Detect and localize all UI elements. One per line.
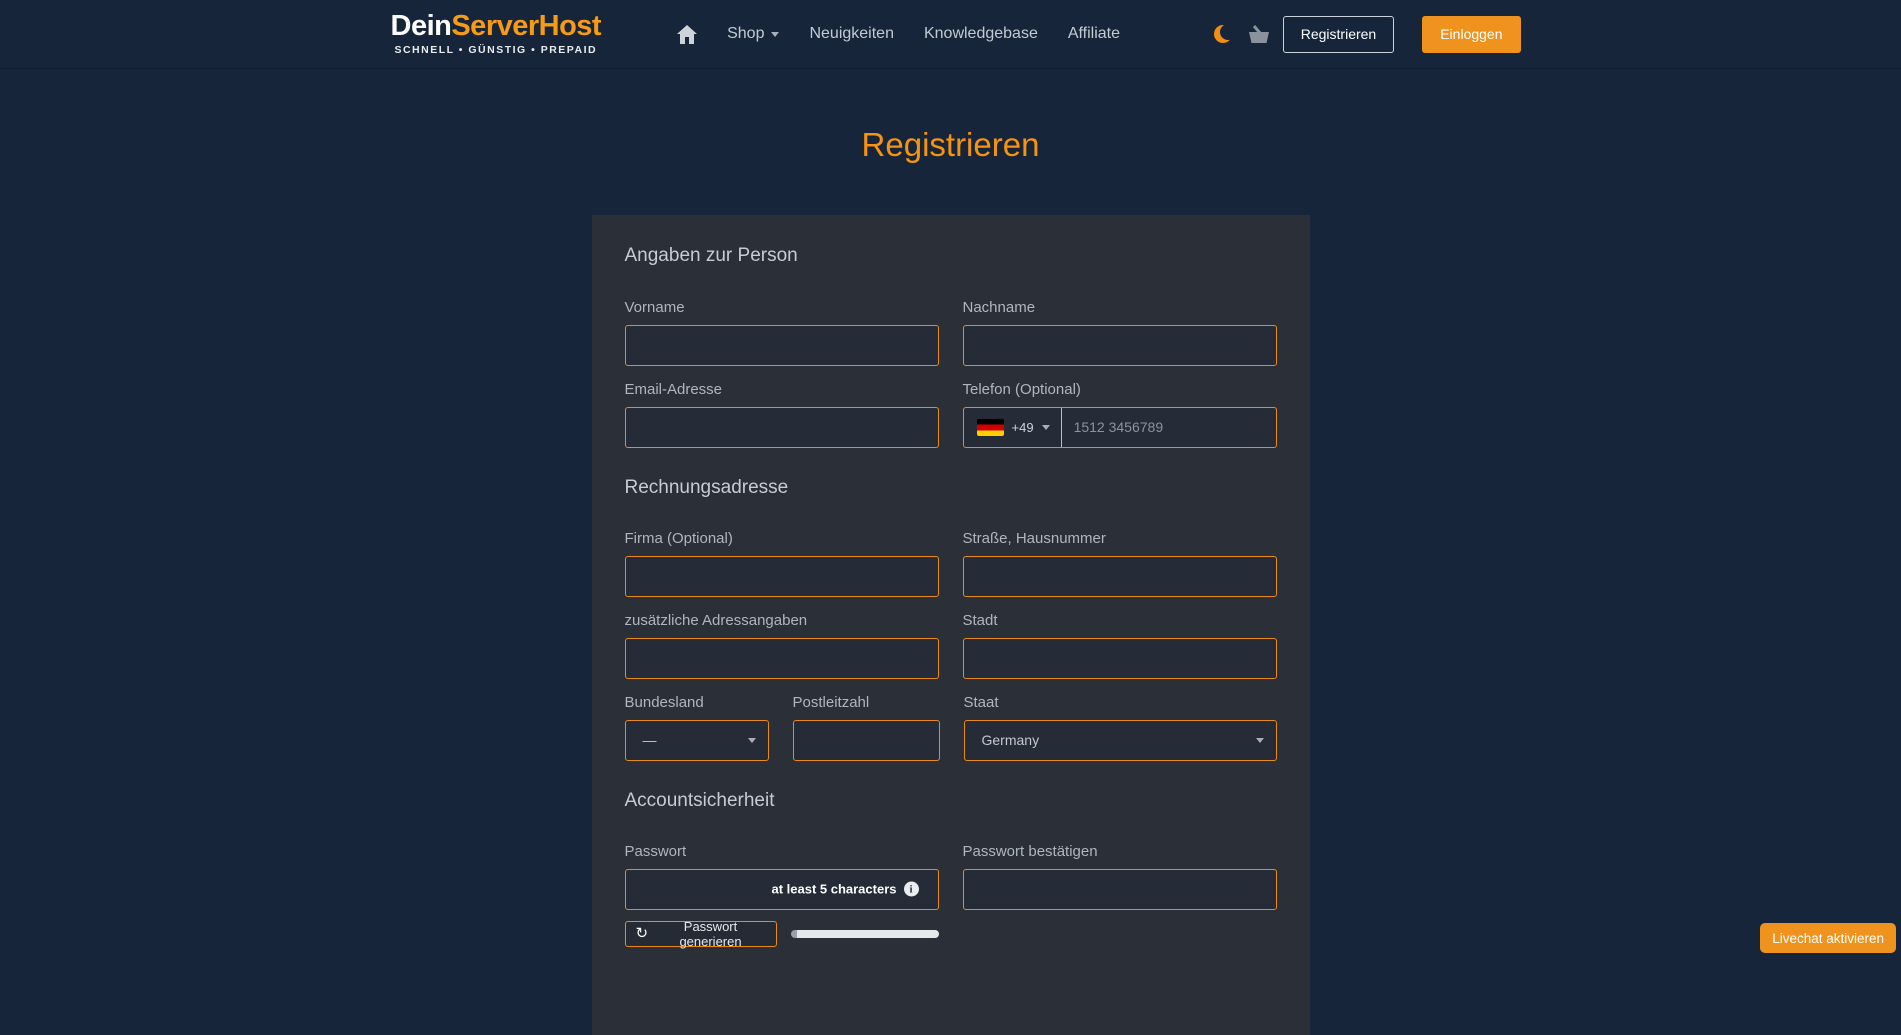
staat-select[interactable]: Germany bbox=[964, 720, 1277, 761]
passwort-input-wrap: at least 5 characters i bbox=[625, 869, 939, 910]
field-passwort-bestaetigen: Passwort bestätigen bbox=[963, 842, 1277, 947]
row-region: Bundesland — Postleitzahl Staat Germany bbox=[625, 693, 1277, 761]
phone-input-group: +49 bbox=[963, 407, 1277, 448]
strasse-input[interactable] bbox=[963, 556, 1277, 597]
row-contact: Email-Adresse Telefon (Optional) +49 bbox=[625, 380, 1277, 448]
logo-text: DeinServerHost bbox=[391, 12, 602, 41]
nav-shop-label: Shop bbox=[727, 25, 764, 43]
nachname-input[interactable] bbox=[963, 325, 1277, 366]
passwort-bestaetigen-label: Passwort bestätigen bbox=[963, 842, 1277, 861]
bundesland-select[interactable]: — bbox=[625, 720, 769, 761]
vorname-input[interactable] bbox=[625, 325, 939, 366]
main-nav: Shop Neuigkeiten Knowledgebase Affiliate bbox=[677, 25, 1120, 44]
field-telefon: Telefon (Optional) +49 bbox=[963, 380, 1277, 448]
section-heading-security: Accountsicherheit bbox=[625, 790, 1277, 812]
passwort-label: Passwort bbox=[625, 842, 939, 861]
staat-selected-value: Germany bbox=[982, 732, 1040, 748]
section-heading-address: Rechnungsadresse bbox=[625, 477, 1277, 499]
stadt-input[interactable] bbox=[963, 638, 1277, 679]
logo[interactable]: DeinServerHost SCHNELL • GÜNSTIG • PREPA… bbox=[391, 12, 602, 56]
refresh-icon: ↻ bbox=[636, 926, 649, 941]
registration-card: Angaben zur Person Vorname Nachname Emai… bbox=[592, 215, 1310, 1035]
adresszusatz-label: zusätzliche Adressangaben bbox=[625, 611, 939, 630]
passwort-bestaetigen-input[interactable] bbox=[963, 869, 1277, 910]
vorname-label: Vorname bbox=[625, 298, 939, 317]
header-actions: Registrieren Einloggen bbox=[1213, 16, 1521, 53]
nav-knowledgebase[interactable]: Knowledgebase bbox=[924, 25, 1038, 43]
basket-icon[interactable] bbox=[1247, 23, 1271, 45]
firma-label: Firma (Optional) bbox=[625, 529, 939, 548]
strasse-label: Straße, Hausnummer bbox=[963, 529, 1277, 548]
field-adresszusatz: zusätzliche Adressangaben bbox=[625, 611, 939, 679]
nav-affiliate-label: Affiliate bbox=[1068, 25, 1120, 43]
dial-code: +49 bbox=[1012, 420, 1034, 435]
nav-knowledgebase-label: Knowledgebase bbox=[924, 25, 1038, 43]
field-email: Email-Adresse bbox=[625, 380, 939, 448]
field-firma: Firma (Optional) bbox=[625, 529, 939, 597]
register-button[interactable]: Registrieren bbox=[1283, 16, 1394, 53]
nav-neuigkeiten-label: Neuigkeiten bbox=[809, 25, 894, 43]
section-heading-person: Angaben zur Person bbox=[625, 245, 1277, 267]
field-vorname: Vorname bbox=[625, 298, 939, 366]
field-postleitzahl: Postleitzahl bbox=[793, 693, 940, 761]
passwort-input[interactable] bbox=[625, 869, 939, 910]
nachname-label: Nachname bbox=[963, 298, 1277, 317]
field-passwort: Passwort at least 5 characters i ↻ Passw… bbox=[625, 842, 939, 947]
row-name: Vorname Nachname bbox=[625, 298, 1277, 366]
moon-icon[interactable] bbox=[1213, 23, 1235, 45]
staat-label: Staat bbox=[964, 693, 1277, 712]
firma-input[interactable] bbox=[625, 556, 939, 597]
telefon-input[interactable] bbox=[1062, 408, 1276, 447]
nav-home[interactable] bbox=[677, 25, 697, 44]
field-stadt: Stadt bbox=[963, 611, 1277, 679]
nav-shop[interactable]: Shop bbox=[727, 25, 779, 43]
adresszusatz-input[interactable] bbox=[625, 638, 939, 679]
field-bundesland: Bundesland — bbox=[625, 693, 769, 761]
chevron-down-icon bbox=[1256, 738, 1264, 743]
field-staat: Staat Germany bbox=[964, 693, 1277, 761]
livechat-button[interactable]: Livechat aktivieren bbox=[1760, 923, 1896, 953]
field-strasse: Straße, Hausnummer bbox=[963, 529, 1277, 597]
password-strength-bar bbox=[791, 930, 939, 938]
email-label: Email-Adresse bbox=[625, 380, 939, 399]
postleitzahl-input[interactable] bbox=[793, 720, 940, 761]
login-button[interactable]: Einloggen bbox=[1422, 16, 1520, 53]
bundesland-selected-value: — bbox=[643, 732, 657, 748]
header: DeinServerHost SCHNELL • GÜNSTIG • PREPA… bbox=[0, 0, 1901, 69]
germany-flag-icon bbox=[977, 419, 1004, 436]
generate-password-button[interactable]: ↻ Passwort generieren bbox=[625, 921, 777, 947]
row-company-street: Firma (Optional) Straße, Hausnummer bbox=[625, 529, 1277, 597]
bundesland-label: Bundesland bbox=[625, 693, 769, 712]
nav-affiliate[interactable]: Affiliate bbox=[1068, 25, 1120, 43]
password-tools: ↻ Passwort generieren bbox=[625, 921, 939, 947]
email-input[interactable] bbox=[625, 407, 939, 448]
stadt-label: Stadt bbox=[963, 611, 1277, 630]
telefon-label: Telefon (Optional) bbox=[963, 380, 1277, 399]
postleitzahl-label: Postleitzahl bbox=[793, 693, 940, 712]
row-password: Passwort at least 5 characters i ↻ Passw… bbox=[625, 842, 1277, 947]
dial-code-dropdown[interactable]: +49 bbox=[964, 408, 1061, 447]
generate-password-label: Passwort generieren bbox=[655, 919, 766, 949]
logo-tagline: SCHNELL • GÜNSTIG • PREPAID bbox=[394, 44, 597, 56]
logo-text-primary: Dein bbox=[391, 10, 452, 42]
field-nachname: Nachname bbox=[963, 298, 1277, 366]
row-address2-city: zusätzliche Adressangaben Stadt bbox=[625, 611, 1277, 679]
logo-text-secondary: ServerHost bbox=[451, 10, 601, 42]
page-title: Registrieren bbox=[0, 125, 1901, 165]
chevron-down-icon bbox=[771, 32, 779, 37]
chevron-down-icon bbox=[1042, 425, 1050, 430]
home-icon bbox=[677, 25, 697, 44]
nav-neuigkeiten[interactable]: Neuigkeiten bbox=[809, 25, 894, 43]
chevron-down-icon bbox=[748, 738, 756, 743]
